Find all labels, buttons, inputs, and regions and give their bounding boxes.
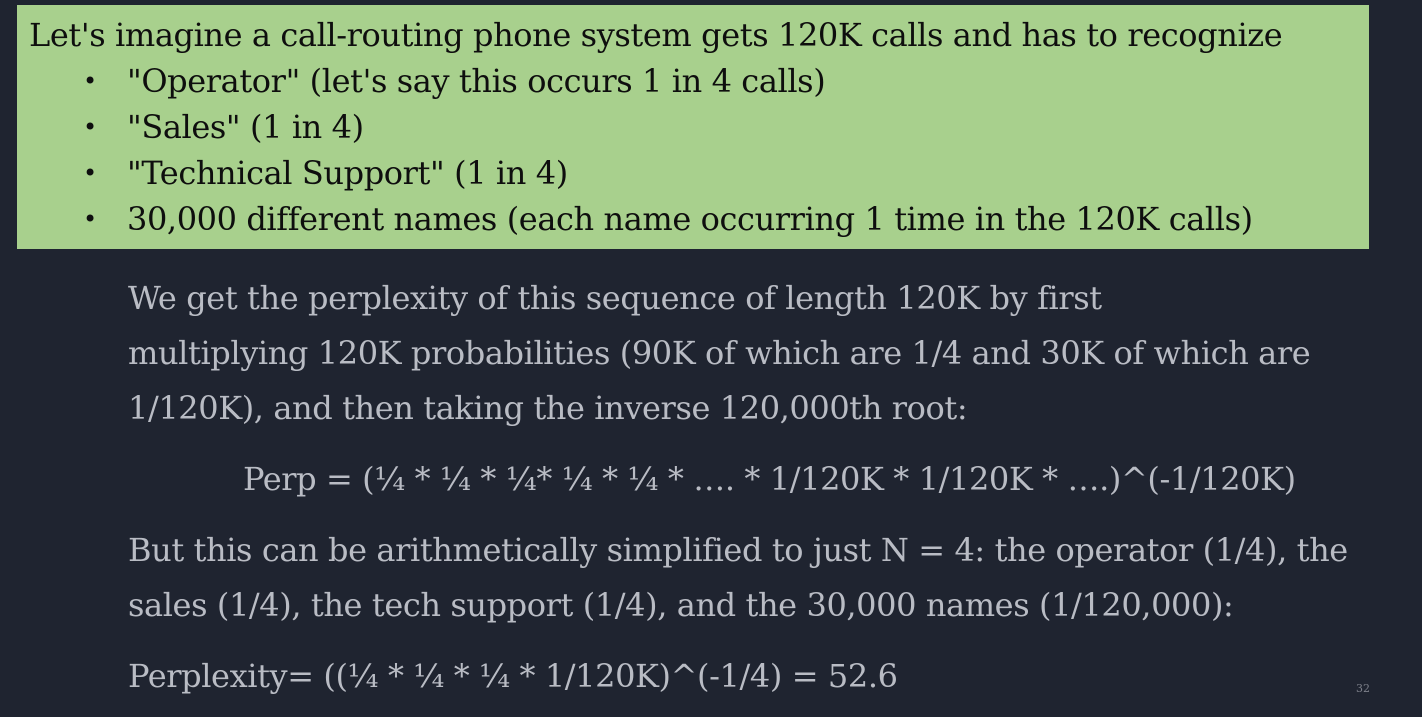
bullet-text: 30,000 different names (each name occurr… [127, 200, 1253, 238]
bullet-item-operator: • "Operator" (let's say this occurs 1 in … [83, 62, 826, 100]
simplification-line-2: sales (1/4), the tech support (1/4), and… [128, 586, 1234, 624]
page-number: 32 [1356, 682, 1370, 695]
explanation-line-3: 1/120K), and then taking the inverse 120… [128, 389, 968, 427]
bullet-text: "Sales" (1 in 4) [127, 108, 364, 146]
explanation-line-2: multiplying 120K probabilities (90K of w… [128, 334, 1311, 372]
perplexity-formula: Perp = (¼ * ¼ * ¼* ¼ * ¼ * …. * 1/120K *… [243, 460, 1296, 498]
bullet-dot-icon: • [83, 159, 97, 187]
bullet-list: • "Operator" (let's say this occurs 1 in … [17, 5, 1369, 249]
explanation-line-1: We get the perplexity of this sequence o… [128, 279, 1102, 317]
simplification-line-1: But this can be arithmetically simplifie… [128, 531, 1348, 569]
perplexity-result: Perplexity= ((¼ * ¼ * ¼ * 1/120K)^(-1/4)… [128, 657, 898, 695]
bullet-dot-icon: • [83, 205, 97, 233]
bullet-text: "Operator" (let's say this occurs 1 in 4… [127, 62, 826, 100]
highlight-box: Let's imagine a call-routing phone syste… [17, 5, 1369, 249]
bullet-item-sales: • "Sales" (1 in 4) [83, 111, 364, 143]
bullet-item-names: • 30,000 different names (each name occur… [83, 203, 1253, 235]
bullet-dot-icon: • [83, 67, 97, 95]
bullet-text: "Technical Support" (1 in 4) [127, 154, 568, 192]
bullet-dot-icon: • [83, 113, 97, 141]
slide: Let's imagine a call-routing phone syste… [0, 0, 1422, 717]
bullet-item-technical-support: • "Technical Support" (1 in 4) [83, 157, 568, 189]
